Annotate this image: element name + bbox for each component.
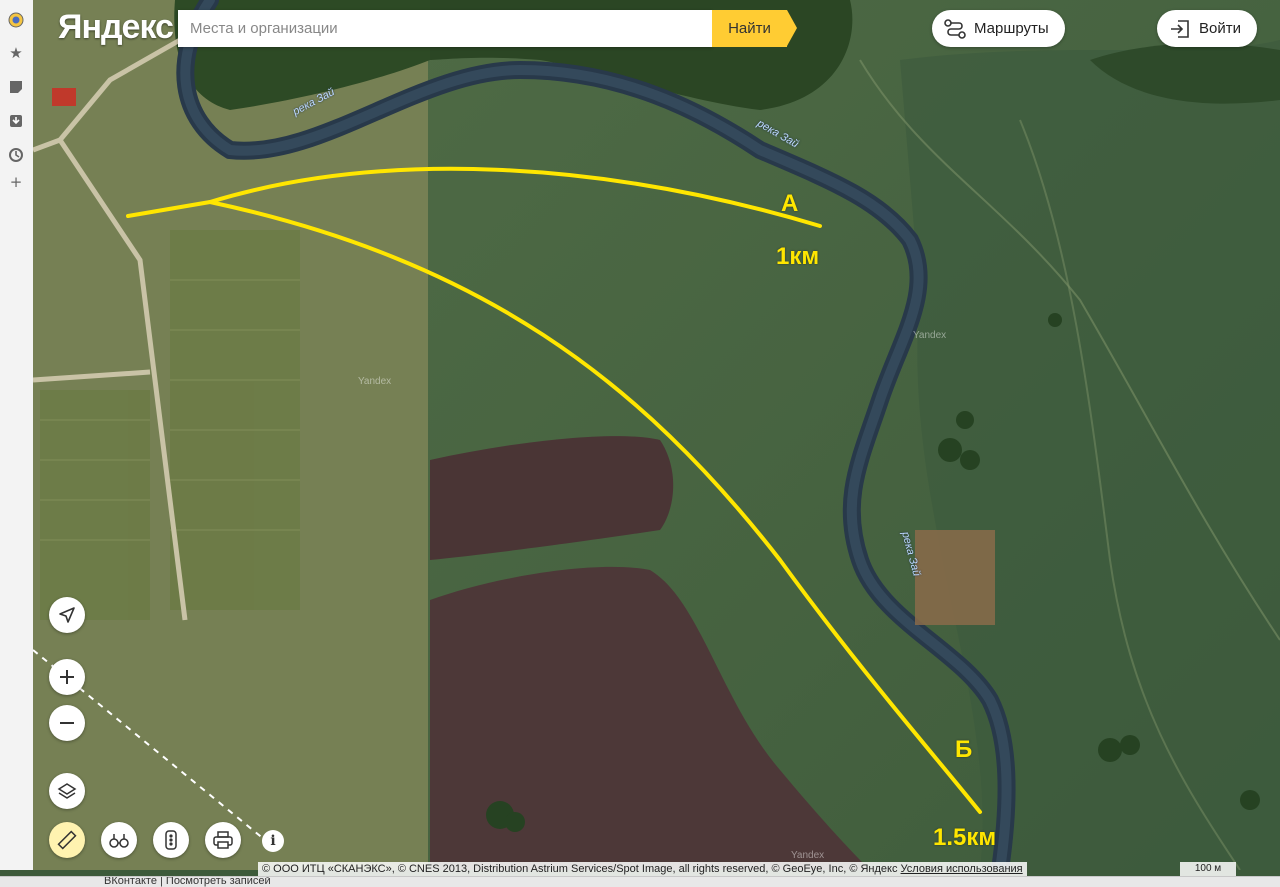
clock-icon[interactable] xyxy=(6,145,26,165)
satellite-map[interactable]: река Зай река Зай река Зай Yandex Yandex… xyxy=(33,0,1280,870)
search-input[interactable] xyxy=(178,10,712,47)
zoom-out-button[interactable] xyxy=(49,705,85,741)
printer-icon xyxy=(213,831,233,849)
binoculars-icon xyxy=(109,834,129,848)
panorama-button[interactable] xyxy=(101,822,137,858)
browser-sidebar: ★ + xyxy=(0,0,34,870)
point-b-label: Б xyxy=(955,736,973,763)
note-icon[interactable] xyxy=(6,77,26,97)
map-tiles xyxy=(33,0,1280,870)
scale-label: 100 м xyxy=(1194,863,1222,874)
bottom-taskbar: ВКонтакте | Посмотреть записей xyxy=(0,876,1280,887)
login-label: Войти xyxy=(1199,20,1241,37)
map-attribution: © ООО ИТЦ «СКАНЭКС», © CNES 2013, Distri… xyxy=(258,862,1027,876)
layers-button[interactable] xyxy=(49,773,85,809)
map-watermark: Yandex xyxy=(358,376,392,387)
download-icon[interactable] xyxy=(6,111,26,131)
print-button[interactable] xyxy=(205,822,241,858)
attribution-text: © ООО ИТЦ «СКАНЭКС», © CNES 2013, Distri… xyxy=(262,863,898,875)
route-icon xyxy=(944,18,966,39)
distance-a-label: 1км xyxy=(776,243,820,270)
login-button[interactable]: Войти xyxy=(1157,10,1257,47)
scale-bar: 100 м xyxy=(1180,862,1236,876)
zoom-in-button[interactable] xyxy=(49,659,85,695)
traffic-light-icon xyxy=(165,830,177,850)
navigation-arrow-icon[interactable] xyxy=(49,597,85,633)
ruler-icon xyxy=(57,830,77,850)
yandex-browser-icon[interactable] xyxy=(6,10,26,30)
plus-icon xyxy=(60,670,74,684)
yandex-logo[interactable]: Яндекс xyxy=(58,8,174,47)
taskbar-text[interactable]: ВКонтакте | Посмотреть записей xyxy=(104,877,271,887)
search-button[interactable]: Найти xyxy=(712,10,797,47)
login-icon xyxy=(1171,19,1189,38)
traffic-button[interactable] xyxy=(153,822,189,858)
map-watermark: Yandex xyxy=(913,330,947,341)
star-icon[interactable]: ★ xyxy=(6,43,26,63)
ruler-button[interactable] xyxy=(49,822,85,858)
search-box xyxy=(178,10,712,47)
distance-b-label: 1.5км xyxy=(933,824,997,851)
map-watermark: Yandex xyxy=(791,850,825,861)
terms-link[interactable]: Условия использования xyxy=(901,863,1023,875)
layers-icon xyxy=(57,783,77,799)
point-a-label: А xyxy=(781,190,799,217)
routes-label: Маршруты xyxy=(974,20,1049,37)
routes-button[interactable]: Маршруты xyxy=(932,10,1065,47)
plus-icon[interactable]: + xyxy=(6,172,26,192)
minus-icon xyxy=(60,722,74,724)
info-icon[interactable]: i xyxy=(262,830,284,852)
